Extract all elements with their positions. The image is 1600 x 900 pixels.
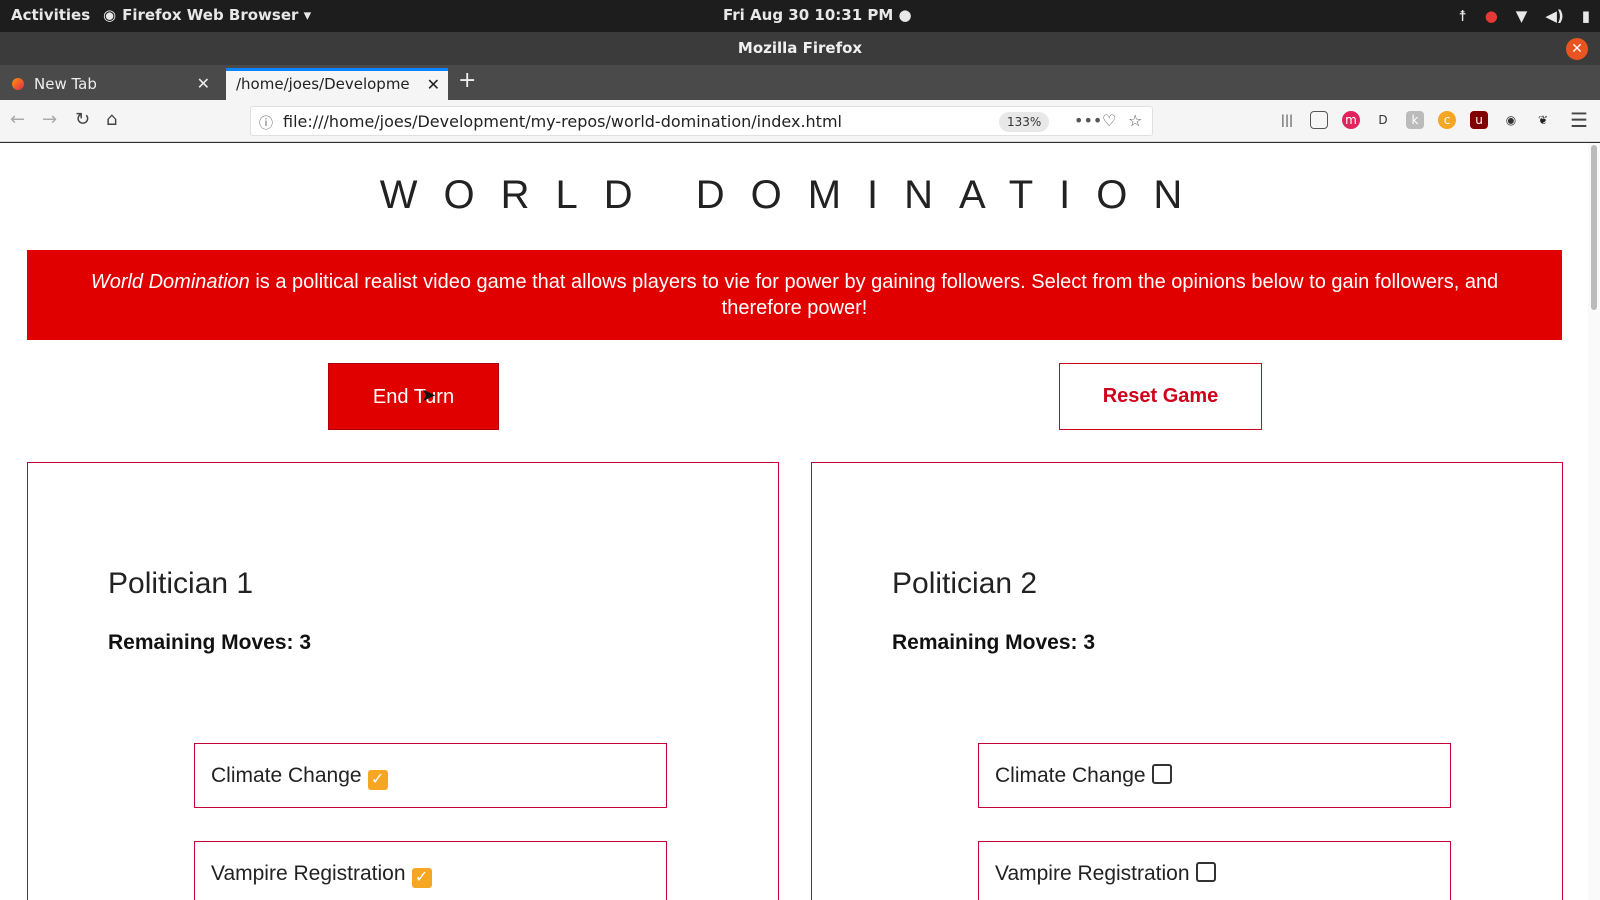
opinion-label: Climate Change <box>995 764 1146 787</box>
checkbox-checked[interactable]: ✓ <box>367 770 388 790</box>
app-menu-label: Firefox Web Browser ▾ <box>122 6 312 24</box>
pocket-icon[interactable]: ♡ <box>1102 111 1116 130</box>
intro-banner: World Domination is a political realist … <box>27 250 1562 340</box>
checkbox-unchecked[interactable] <box>1195 862 1216 882</box>
extension-c-icon[interactable]: c <box>1438 111 1456 129</box>
activities-button[interactable]: Activities <box>11 6 90 24</box>
url-bar[interactable]: ⓘ file:///home/joes/Development/my-repos… <box>250 106 1153 136</box>
accessibility-icon[interactable]: ☨ <box>1459 7 1467 25</box>
extension-d-icon[interactable]: D <box>1374 111 1392 129</box>
tab-active-file[interactable]: /home/joes/Developme ✕ <box>226 68 448 100</box>
checkbox-checked[interactable]: ✓ <box>411 868 432 888</box>
forward-icon[interactable]: → <box>42 109 57 130</box>
extension-k-icon[interactable]: k <box>1406 111 1424 129</box>
ublock-icon[interactable]: u <box>1470 111 1488 129</box>
scrollbar-thumb[interactable] <box>1591 145 1597 310</box>
system-top-bar: Activities ◉ Firefox Web Browser ▾ Fri A… <box>0 0 1600 32</box>
window-titlebar: Mozilla Firefox ✕ <box>0 32 1600 65</box>
tab-label: /home/joes/Developme <box>236 75 410 93</box>
extension-m-icon[interactable]: m <box>1342 111 1360 129</box>
account-icon[interactable]: ◉ <box>1502 111 1520 129</box>
extensions-toolbar: ||| m D k c u ◉ ❦ <box>1278 111 1552 129</box>
library-icon[interactable]: ||| <box>1278 111 1296 129</box>
intro-text: is a political realist video game that a… <box>249 271 1499 319</box>
mouse-cursor-icon: ➤ <box>421 385 437 406</box>
tab-strip: New Tab ✕ /home/joes/Developme ✕ <box>0 65 1600 100</box>
bookmark-star-icon[interactable]: ☆ <box>1128 111 1142 130</box>
close-tab-icon[interactable]: ✕ <box>197 68 210 100</box>
politician-panel-2: Politician 2 Remaining Moves: 3 Climate … <box>811 462 1563 900</box>
opinion-climate-change[interactable]: Climate Change ✓ <box>194 743 667 808</box>
clock[interactable]: Fri Aug 30 10:31 PM ● <box>723 6 912 24</box>
politician-name: Politician 2 <box>892 567 1038 600</box>
politician-name: Politician 1 <box>108 567 254 600</box>
web-page: WORLD DOMINATION World Domination is a p… <box>0 143 1588 900</box>
page-scrollbar[interactable] <box>1588 143 1600 900</box>
page-actions-icon[interactable]: ••• <box>1074 111 1102 130</box>
window-title: Mozilla Firefox <box>737 39 863 57</box>
opinion-climate-change[interactable]: Climate Change <box>978 743 1451 808</box>
home-icon[interactable]: ⌂ <box>106 109 117 130</box>
page-title: WORLD DOMINATION <box>379 173 1209 217</box>
opinion-label: Vampire Registration <box>995 862 1190 885</box>
back-icon[interactable]: ← <box>10 109 25 130</box>
battery-icon[interactable]: ▮ <box>1582 7 1590 25</box>
game-name: World Domination <box>90 271 250 293</box>
opinion-vampire-registration[interactable]: Vampire Registration ✓ <box>194 841 667 900</box>
extension-bird-icon[interactable]: ❦ <box>1534 111 1552 129</box>
app-menu[interactable]: ◉ Firefox Web Browser ▾ <box>103 6 311 24</box>
wifi-icon[interactable]: ▼ <box>1516 7 1528 25</box>
sidebar-icon[interactable] <box>1310 111 1328 129</box>
opinion-vampire-registration[interactable]: Vampire Registration <box>978 841 1451 900</box>
remaining-moves: Remaining Moves: 3 <box>108 631 312 654</box>
new-tab-button[interactable]: + <box>458 68 476 93</box>
zoom-level-badge[interactable]: 133% <box>999 112 1050 132</box>
url-text[interactable]: file:///home/joes/Development/my-repos/w… <box>283 112 842 131</box>
end-turn-button[interactable]: End Turn <box>328 363 499 430</box>
site-info-icon[interactable]: ⓘ <box>259 113 273 133</box>
navigation-toolbar: ← → ↻ ⌂ ⓘ file:///home/joes/Development/… <box>0 100 1600 142</box>
politician-panel-1: Politician 1 Remaining Moves: 3 Climate … <box>27 462 779 900</box>
tab-label: New Tab <box>34 75 97 93</box>
firefox-favicon-icon <box>12 78 24 90</box>
recording-indicator-icon: ● <box>1484 7 1498 25</box>
tab-new-tab[interactable]: New Tab ✕ <box>10 68 218 100</box>
volume-icon[interactable]: ◀) <box>1545 7 1563 25</box>
close-tab-icon[interactable]: ✕ <box>427 71 440 98</box>
remaining-moves: Remaining Moves: 3 <box>892 631 1096 654</box>
reset-game-button[interactable]: Reset Game <box>1059 363 1262 430</box>
opinion-label: Climate Change <box>211 764 362 787</box>
reload-icon[interactable]: ↻ <box>75 109 90 130</box>
firefox-icon: ◉ <box>103 6 117 24</box>
opinion-label: Vampire Registration <box>211 862 406 885</box>
checkbox-unchecked[interactable] <box>1151 764 1172 784</box>
menu-icon[interactable]: ☰ <box>1570 108 1588 132</box>
close-window-button[interactable]: ✕ <box>1566 38 1588 60</box>
system-tray[interactable]: ☨ ● ▼ ◀) ▮ <box>1459 7 1591 25</box>
